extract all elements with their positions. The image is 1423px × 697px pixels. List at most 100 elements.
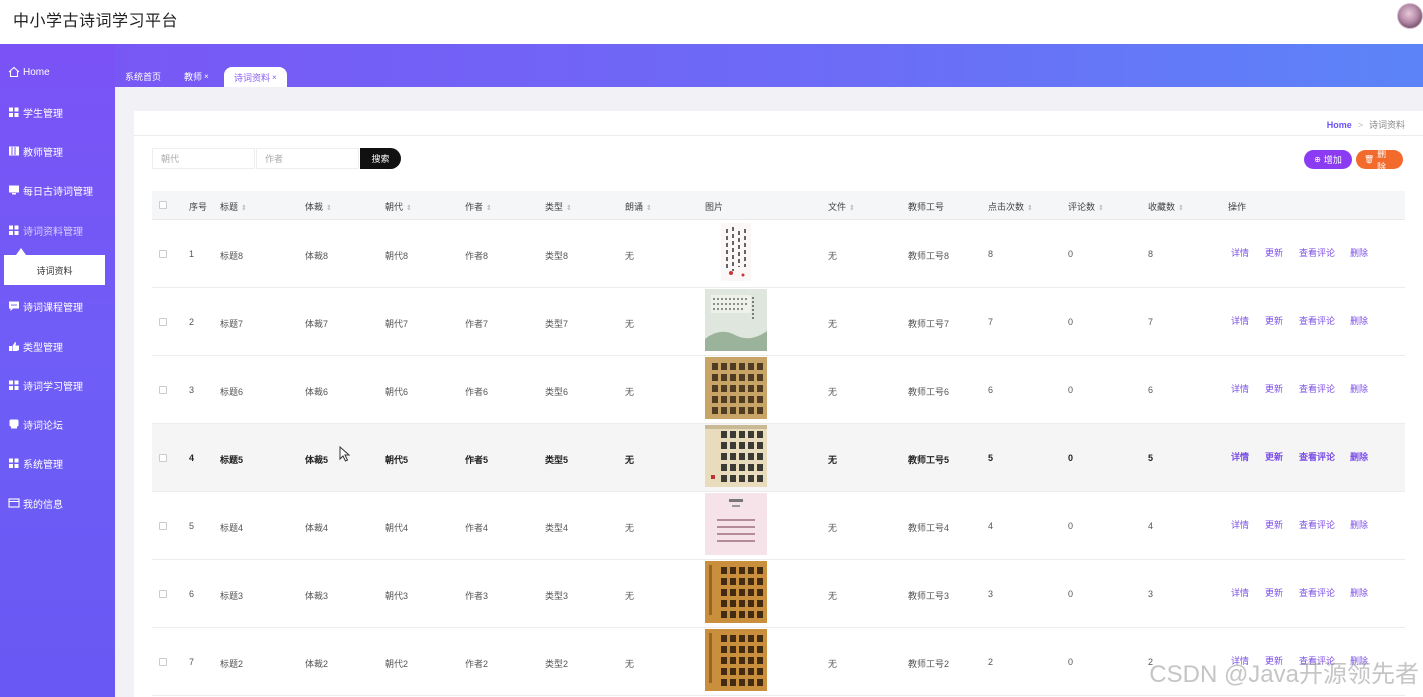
view-comments-link[interactable]: 查看评论	[1299, 314, 1335, 327]
sidebar-item-label: 每日古诗词管理	[23, 186, 93, 198]
view-comments-link[interactable]: 查看评论	[1299, 246, 1335, 259]
dynasty-search-input[interactable]: 朝代	[152, 148, 255, 169]
sidebar-item-6[interactable]: 类型管理	[0, 334, 115, 358]
sidebar-item-1[interactable]: 学生管理	[0, 100, 115, 124]
update-link[interactable]: 更新	[1265, 586, 1283, 599]
update-link[interactable]: 更新	[1265, 450, 1283, 463]
detail-link[interactable]: 详情	[1231, 518, 1249, 531]
view-comments-link[interactable]: 查看评论	[1299, 450, 1335, 463]
delete-link[interactable]: 删除	[1350, 518, 1368, 531]
add-button[interactable]: ⊕ 增加	[1304, 150, 1352, 169]
poem-image[interactable]	[705, 289, 767, 351]
row-checkbox[interactable]	[159, 454, 167, 462]
breadcrumb-home[interactable]: Home	[1327, 120, 1352, 130]
poem-image[interactable]	[705, 561, 767, 623]
column-header-label: 朝代	[385, 202, 404, 212]
view-comments-link[interactable]: 查看评论	[1299, 518, 1335, 531]
column-header-label: 类型	[545, 202, 564, 212]
delete-button[interactable]: 🗑 删除	[1356, 149, 1403, 172]
update-link[interactable]: 更新	[1265, 382, 1283, 395]
delete-link[interactable]: 删除	[1350, 586, 1368, 599]
table-row[interactable]: 2 标题7 体裁7 朝代7 作者7 类型7 无 无 教师工号7 7 0 7 详情 更新 查看评论 删除	[152, 288, 1405, 356]
sort-icon[interactable]: ⇕	[1098, 205, 1104, 212]
poem-image[interactable]	[705, 221, 767, 283]
poem-image[interactable]	[705, 493, 767, 555]
detail-link[interactable]: 详情	[1231, 450, 1249, 463]
row-checkbox[interactable]	[159, 250, 167, 258]
sidebar-item-5[interactable]: 诗词课程管理	[0, 294, 115, 318]
row-checkbox[interactable]	[159, 522, 167, 530]
dynasty-cell: 朝代7	[385, 319, 409, 329]
select-all-checkbox[interactable]	[159, 201, 167, 209]
row-checkbox[interactable]	[159, 386, 167, 394]
placeholder: 作者	[265, 154, 284, 164]
column-header[interactable]: 朝代 ⇕	[385, 200, 412, 213]
table-row[interactable]: 6 标题3 体裁3 朝代3 作者3 类型3 无 无 教师工号3 3 0 3 详情 更新 查看评论 删除	[152, 560, 1405, 628]
sort-icon[interactable]: ⇕	[406, 205, 412, 212]
column-header[interactable]: 类型 ⇕	[545, 200, 572, 213]
sort-icon[interactable]: ⇕	[566, 205, 572, 212]
column-header[interactable]: 点击次数 ⇕	[988, 200, 1033, 213]
delete-link[interactable]: 删除	[1350, 314, 1368, 327]
sidebar-item-7[interactable]: 诗词学习管理	[0, 373, 115, 397]
column-header[interactable]: 作者 ⇕	[465, 200, 492, 213]
poem-image[interactable]	[705, 629, 767, 691]
author-cell: 作者6	[465, 387, 489, 397]
teacher-id-cell: 教师工号8	[908, 251, 950, 261]
tab-poem-materials[interactable]: 诗词资料 ×	[224, 67, 287, 87]
detail-link[interactable]: 详情	[1231, 382, 1249, 395]
detail-link[interactable]: 详情	[1231, 246, 1249, 259]
sidebar-subitem-poem-materials[interactable]: 诗词资料	[4, 255, 105, 285]
update-link[interactable]: 更新	[1265, 314, 1283, 327]
sort-icon[interactable]: ⇕	[326, 205, 332, 212]
author-search-input[interactable]: 作者	[256, 148, 359, 169]
sidebar-item-4[interactable]: 诗词资料管理	[0, 218, 115, 242]
sidebar-item-10[interactable]: 我的信息	[0, 491, 115, 515]
column-header[interactable]: 文件 ⇕	[828, 200, 855, 213]
detail-link[interactable]: 详情	[1231, 586, 1249, 599]
column-header[interactable]: 体裁 ⇕	[305, 200, 332, 213]
sort-icon[interactable]: ⇕	[486, 205, 492, 212]
row-checkbox[interactable]	[159, 658, 167, 666]
sort-icon[interactable]: ⇕	[1178, 205, 1184, 212]
view-comments-link[interactable]: 查看评论	[1299, 586, 1335, 599]
genre-cell: 体裁6	[305, 387, 329, 397]
sidebar-item-8[interactable]: 诗词论坛	[0, 412, 115, 436]
search-button[interactable]: 搜索	[360, 148, 401, 169]
user-avatar[interactable]	[1397, 3, 1423, 29]
column-header[interactable]: 朗诵 ⇕	[625, 200, 652, 213]
table-row[interactable]: 5 标题4 体裁4 朝代4 作者4 类型4 无 无 教师工号4 4 0 4 详情 更新 查看评论 删除	[152, 492, 1405, 560]
sidebar-item-2[interactable]: 教师管理	[0, 139, 115, 163]
dynasty-cell: 朝代5	[385, 455, 409, 465]
delete-link[interactable]: 删除	[1350, 246, 1368, 259]
table-row[interactable]: 1 标题8 体裁8 朝代8 作者8 类型8 无 无 教师工号8 8 0 8 详情 更新 查看评论 删除	[152, 220, 1405, 288]
tab-home[interactable]: 系统首页	[115, 67, 171, 85]
update-link[interactable]: 更新	[1265, 518, 1283, 531]
row-checkbox[interactable]	[159, 590, 167, 598]
sidebar-item-9[interactable]: 系统管理	[0, 451, 115, 475]
sidebar-item-3[interactable]: 每日古诗词管理	[0, 178, 115, 202]
author-cell: 作者4	[465, 523, 489, 533]
sort-icon[interactable]: ⇕	[1027, 205, 1033, 212]
tab-teacher[interactable]: 教师 ×	[174, 67, 219, 85]
close-icon[interactable]: ×	[204, 72, 209, 81]
column-header[interactable]: 标题 ⇕	[220, 200, 247, 213]
app-title: 中小学古诗词学习平台	[13, 13, 179, 30]
delete-link[interactable]: 删除	[1350, 450, 1368, 463]
poem-image[interactable]	[705, 357, 767, 419]
column-header[interactable]: 收藏数 ⇕	[1148, 200, 1184, 213]
row-checkbox[interactable]	[159, 318, 167, 326]
update-link[interactable]: 更新	[1265, 246, 1283, 259]
close-icon[interactable]: ×	[272, 73, 277, 82]
poem-image[interactable]	[705, 425, 767, 487]
detail-link[interactable]: 详情	[1231, 314, 1249, 327]
sort-icon[interactable]: ⇕	[646, 205, 652, 212]
delete-link[interactable]: 删除	[1350, 382, 1368, 395]
index-cell: 4	[189, 453, 195, 463]
sort-icon[interactable]: ⇕	[849, 205, 855, 212]
sort-icon[interactable]: ⇕	[241, 205, 247, 212]
sidebar-item-0[interactable]: Home	[0, 60, 115, 84]
table-row[interactable]: 3 标题6 体裁6 朝代6 作者6 类型6 无 无 教师工号6 6 0 6 详情 更新 查看评论 删除	[152, 356, 1405, 424]
view-comments-link[interactable]: 查看评论	[1299, 382, 1335, 395]
column-header[interactable]: 评论数 ⇕	[1068, 200, 1104, 213]
